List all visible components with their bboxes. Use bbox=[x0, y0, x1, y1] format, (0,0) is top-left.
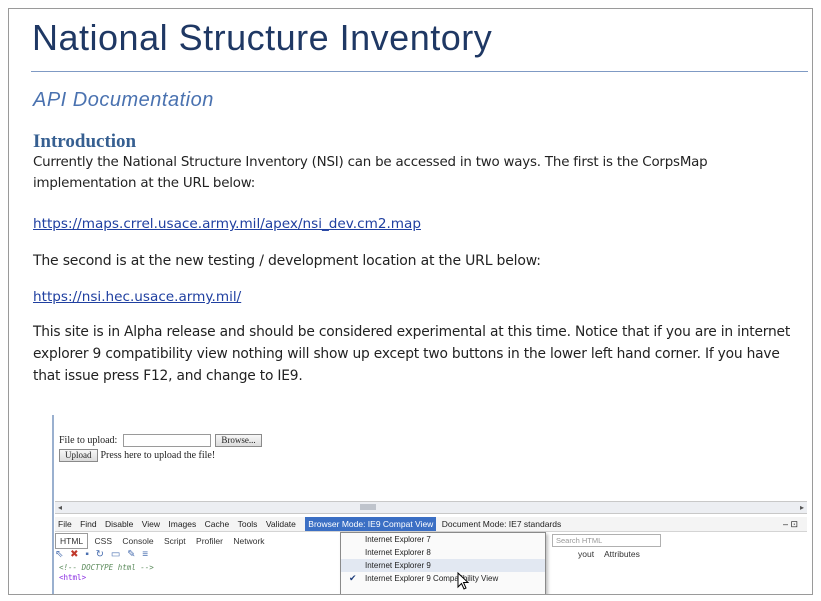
menu-images[interactable]: Images bbox=[165, 517, 199, 531]
introduction-heading: Introduction bbox=[33, 131, 137, 152]
browser-mode-menu[interactable]: Browser Mode: IE9 Compat View bbox=[305, 517, 437, 531]
tab-css[interactable]: CSS bbox=[91, 534, 116, 548]
mouse-pointer-icon bbox=[457, 572, 470, 590]
document-subtitle: API Documentation bbox=[33, 89, 214, 111]
horizontal-scrollbar[interactable]: ◂ ▸ bbox=[55, 501, 807, 514]
title-divider bbox=[31, 71, 808, 72]
scroll-left-icon[interactable]: ◂ bbox=[55, 502, 65, 513]
second-location-paragraph: The second is at the new testing / devel… bbox=[33, 253, 541, 269]
checkmark-icon: ✔ bbox=[349, 573, 357, 583]
tab-html[interactable]: HTML bbox=[55, 533, 89, 549]
browser-mode-dropdown: Internet Explorer 7 Internet Explorer 8 … bbox=[340, 532, 546, 594]
dropdown-item-ie7[interactable]: Internet Explorer 7 bbox=[341, 533, 545, 546]
tab-console[interactable]: Console bbox=[118, 534, 157, 548]
right-pane-tabs: yout Attributes bbox=[578, 549, 648, 559]
window-controls-icon[interactable]: – ⊡ bbox=[780, 517, 801, 531]
devtools-menubar: File Find Disable View Images Cache Tool… bbox=[55, 517, 807, 532]
refresh-icon[interactable]: ↻ bbox=[96, 549, 104, 560]
dropdown-item-ie9[interactable]: Internet Explorer 9 bbox=[341, 559, 545, 572]
select-element-icon[interactable]: ⇖ bbox=[55, 549, 63, 560]
dropdown-item-ie9-compat[interactable]: ✔ Internet Explorer 9 Compatibility View bbox=[341, 572, 545, 585]
menu-cache[interactable]: Cache bbox=[202, 517, 233, 531]
menu-disable[interactable]: Disable bbox=[102, 517, 136, 531]
tab-network[interactable]: Network bbox=[229, 534, 268, 548]
nsi-link[interactable]: https://nsi.hec.usace.army.mil/ bbox=[33, 289, 241, 305]
scroll-thumb[interactable] bbox=[360, 504, 376, 510]
doctype-comment: <!-- DOCTYPE html --> bbox=[59, 563, 154, 572]
clear-icon[interactable]: ✖ bbox=[70, 549, 78, 560]
dropdown-item-ie8[interactable]: Internet Explorer 8 bbox=[341, 546, 545, 559]
search-html-input[interactable]: Search HTML bbox=[552, 534, 661, 547]
word-wrap-icon[interactable]: ≡ bbox=[142, 549, 148, 560]
file-upload-label: File to upload: bbox=[59, 434, 118, 446]
save-icon[interactable]: ▪ bbox=[85, 549, 89, 560]
corpsmap-link[interactable]: https://maps.crrel.usace.army.mil/apex/n… bbox=[33, 216, 421, 232]
edit-icon[interactable]: ✎ bbox=[127, 549, 135, 560]
menu-file[interactable]: File bbox=[55, 517, 75, 531]
html-node[interactable]: <html> bbox=[59, 573, 154, 583]
tab-profiler[interactable]: Profiler bbox=[192, 534, 227, 548]
devtools-toolbar: ⇖ ✖ ▪ ↻ ▭ ✎ ≡ bbox=[55, 549, 152, 560]
tab-script[interactable]: Script bbox=[160, 534, 190, 548]
menu-tools[interactable]: Tools bbox=[235, 517, 261, 531]
document-mode-menu[interactable]: Document Mode: IE7 standards bbox=[439, 517, 565, 531]
upload-hint: Press here to upload the file! bbox=[100, 449, 216, 461]
file-path-input[interactable] bbox=[123, 433, 212, 447]
tab-attributes[interactable]: Attributes bbox=[604, 549, 640, 559]
html-tree: <!-- DOCTYPE html --> <html> bbox=[59, 563, 154, 583]
menu-view[interactable]: View bbox=[139, 517, 163, 531]
alpha-release-paragraph: This site is in Alpha release and should… bbox=[33, 324, 791, 384]
embedded-screenshot: File to upload: Browse... Upload Press h… bbox=[45, 415, 810, 594]
tab-layout[interactable]: yout bbox=[578, 549, 594, 559]
intro-paragraph: Currently the National Structure Invento… bbox=[33, 155, 708, 191]
browse-button[interactable]: Browse... bbox=[215, 433, 262, 447]
upload-button[interactable]: Upload bbox=[59, 448, 98, 462]
outline-icon[interactable]: ▭ bbox=[111, 549, 120, 560]
document-title: National Structure Inventory bbox=[32, 17, 493, 58]
document-page: National Structure Inventory API Documen… bbox=[8, 8, 813, 595]
upload-form: File to upload: Browse... Upload Press h… bbox=[59, 433, 262, 462]
screenshot-border bbox=[52, 415, 54, 594]
scroll-right-icon[interactable]: ▸ bbox=[797, 502, 807, 513]
menu-find[interactable]: Find bbox=[77, 517, 100, 531]
menu-validate[interactable]: Validate bbox=[263, 517, 299, 531]
